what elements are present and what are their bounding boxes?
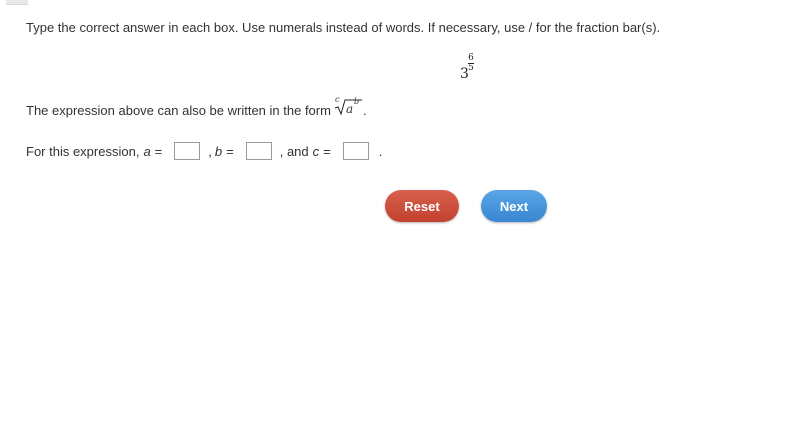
- var-b-label: b: [214, 143, 223, 159]
- top-tab: [6, 0, 28, 5]
- answer-a-input[interactable]: [174, 142, 201, 160]
- next-button[interactable]: Next: [481, 190, 547, 222]
- answer-suffix: .: [378, 143, 383, 159]
- instructions-text: Type the correct answer in each box. Use…: [26, 20, 661, 35]
- equals-a: =: [154, 143, 163, 159]
- answer-row: For this expression, a = , b = , and c =…: [26, 142, 382, 160]
- radical-form: c a b: [334, 95, 362, 116]
- radicand-exponent: b: [353, 97, 360, 106]
- statement-text: The expression above can also be written…: [26, 103, 331, 118]
- form-statement: The expression above can also be written…: [26, 95, 367, 118]
- answer-prefix: For this expression,: [26, 143, 140, 159]
- answer-b-input[interactable]: [245, 142, 272, 160]
- equals-c: =: [323, 143, 331, 159]
- equals-b: =: [226, 143, 234, 159]
- statement-period: .: [362, 103, 367, 118]
- var-a-label: a: [143, 143, 151, 159]
- answer-c-input[interactable]: [342, 142, 369, 160]
- expression-exponent: 6 5: [468, 54, 474, 73]
- reset-button[interactable]: Reset: [385, 190, 459, 222]
- separator-c: , and: [279, 143, 309, 159]
- var-c-label: c: [312, 143, 320, 159]
- exponent-denominator: 5: [468, 63, 474, 73]
- exponent-numerator: 6: [468, 53, 474, 63]
- separator-b: ,: [208, 143, 212, 159]
- radicand: a: [345, 102, 354, 116]
